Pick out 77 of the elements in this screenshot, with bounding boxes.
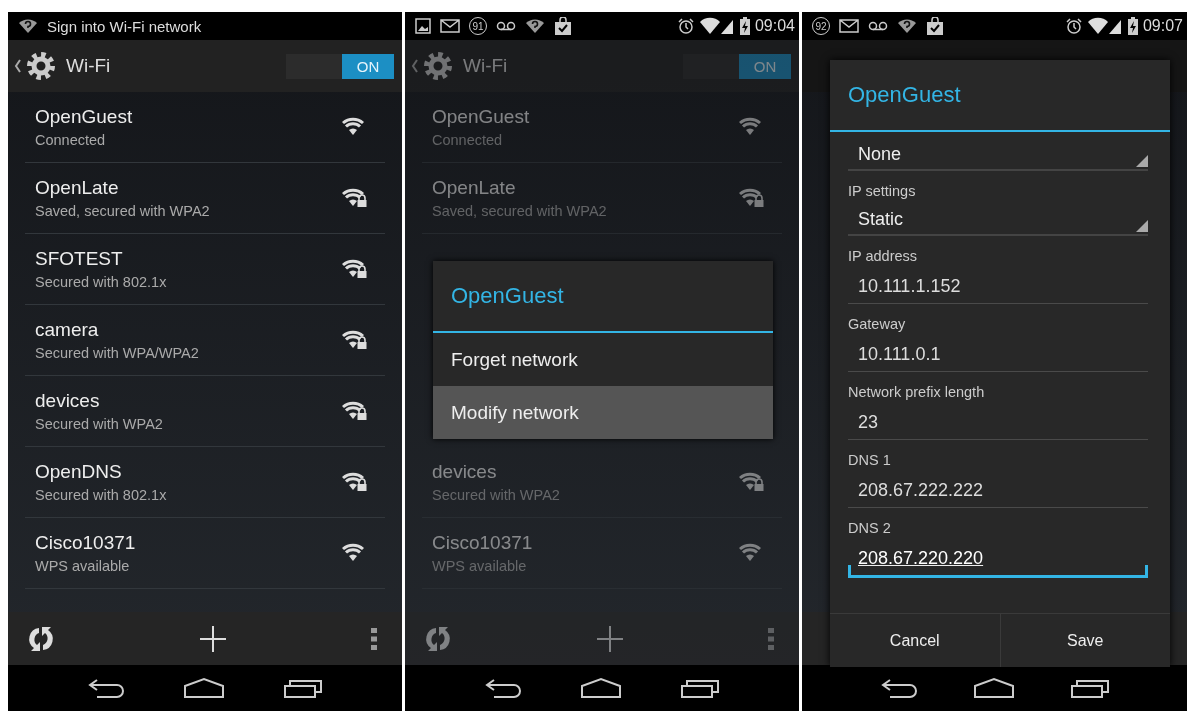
battery-charging-icon [739, 17, 750, 35]
network-status: Saved, secured with WPA2 [432, 203, 607, 219]
network-name[interactable]: devices [432, 461, 560, 483]
network-status: Secured with WPA/WPA2 [35, 345, 199, 361]
back-icon[interactable] [484, 677, 522, 699]
network-name[interactable]: OpenLate [35, 177, 210, 199]
input-field[interactable]: 10.111.0.1 [848, 337, 1148, 372]
back-icon[interactable] [879, 677, 918, 699]
network-name[interactable]: camera [35, 319, 199, 341]
network-status: Secured with WPA2 [432, 487, 560, 503]
wifi-question-icon [897, 18, 917, 34]
network-name[interactable]: Cisco10371 [35, 532, 136, 554]
overflow-menu-icon[interactable] [767, 626, 775, 651]
input-field[interactable]: 208.67.222.222 [848, 473, 1148, 508]
dialog-title: OpenGuest [433, 261, 773, 333]
voicemail-icon [868, 21, 888, 31]
screen-title: Wi-Fi [463, 55, 508, 77]
back-chevron-icon[interactable] [14, 59, 22, 73]
gear-icon [423, 51, 453, 81]
network-status: Secured with 802.1x [35, 487, 167, 503]
recent-apps-icon[interactable] [283, 677, 323, 699]
field-label: IP settings [848, 183, 917, 199]
network-status: WPS available [35, 558, 131, 574]
network-status: Connected [432, 132, 504, 148]
network-status: Saved, secured with WPA2 [35, 203, 210, 219]
dropdown-corner-icon [1136, 155, 1148, 167]
recent-apps-icon[interactable] [1069, 677, 1110, 699]
network-name[interactable]: devices [35, 390, 163, 412]
network-name[interactable]: Cisco10371 [432, 532, 533, 554]
shopping-bag-check-icon [554, 17, 572, 35]
wifi-signal-icon [1086, 17, 1123, 35]
add-icon[interactable] [199, 624, 227, 653]
field-label: Network prefix length [848, 384, 986, 400]
field-label: DNS 1 [848, 452, 892, 468]
network-name[interactable]: OpenDNS [35, 461, 167, 483]
clock-time: 09:07 [1142, 17, 1183, 35]
menu-item[interactable]: Forget network [433, 333, 773, 386]
shopping-bag-check-icon [926, 17, 944, 35]
dialog-button[interactable]: Cancel [830, 614, 1000, 667]
menu-item[interactable]: Modify network [433, 386, 773, 439]
image-icon [415, 18, 431, 34]
network-name[interactable]: OpenLate [432, 177, 607, 199]
network-name[interactable]: OpenGuest [432, 106, 530, 128]
dropdown[interactable]: Static [848, 204, 1148, 236]
home-icon[interactable] [580, 677, 622, 699]
input-field[interactable]: 10.111.1.152 [848, 269, 1148, 304]
network-status: Connected [35, 132, 107, 148]
wifi-signal-icon [698, 17, 735, 35]
alarm-clock-icon [677, 18, 694, 34]
field-label: DNS 2 [848, 520, 892, 536]
network-name[interactable]: SFOTEST [35, 248, 167, 270]
network-name[interactable]: OpenGuest [35, 106, 133, 128]
mail-icon [440, 19, 460, 33]
field-label: Gateway [848, 316, 907, 332]
alarm-clock-icon [1065, 18, 1082, 34]
home-icon[interactable] [972, 677, 1015, 699]
network-status: WPS available [432, 558, 528, 574]
input-field[interactable]: 23 [848, 405, 1148, 440]
overflow-menu-icon[interactable] [370, 626, 378, 651]
voicemail-icon [496, 21, 516, 31]
wifi-question-icon [525, 18, 545, 34]
dialog-title: OpenGuest [830, 60, 1170, 132]
field-label: IP address [848, 248, 919, 264]
dropdown[interactable]: None [848, 139, 1148, 171]
clock-time: 09:04 [754, 17, 795, 35]
home-icon[interactable] [183, 677, 225, 699]
wifi-question-icon [18, 18, 38, 34]
battery-charging-icon [1127, 17, 1138, 35]
gear-icon [26, 51, 56, 81]
network-status: Secured with 802.1x [35, 274, 167, 290]
back-icon[interactable] [87, 677, 125, 699]
screen-title: Wi-Fi [66, 55, 111, 77]
mail-icon [839, 19, 859, 33]
recent-apps-icon[interactable] [680, 677, 720, 699]
dropdown-corner-icon [1136, 220, 1148, 232]
notification-text: Sign into Wi-Fi network [47, 17, 202, 35]
network-status: Secured with WPA2 [35, 416, 163, 432]
